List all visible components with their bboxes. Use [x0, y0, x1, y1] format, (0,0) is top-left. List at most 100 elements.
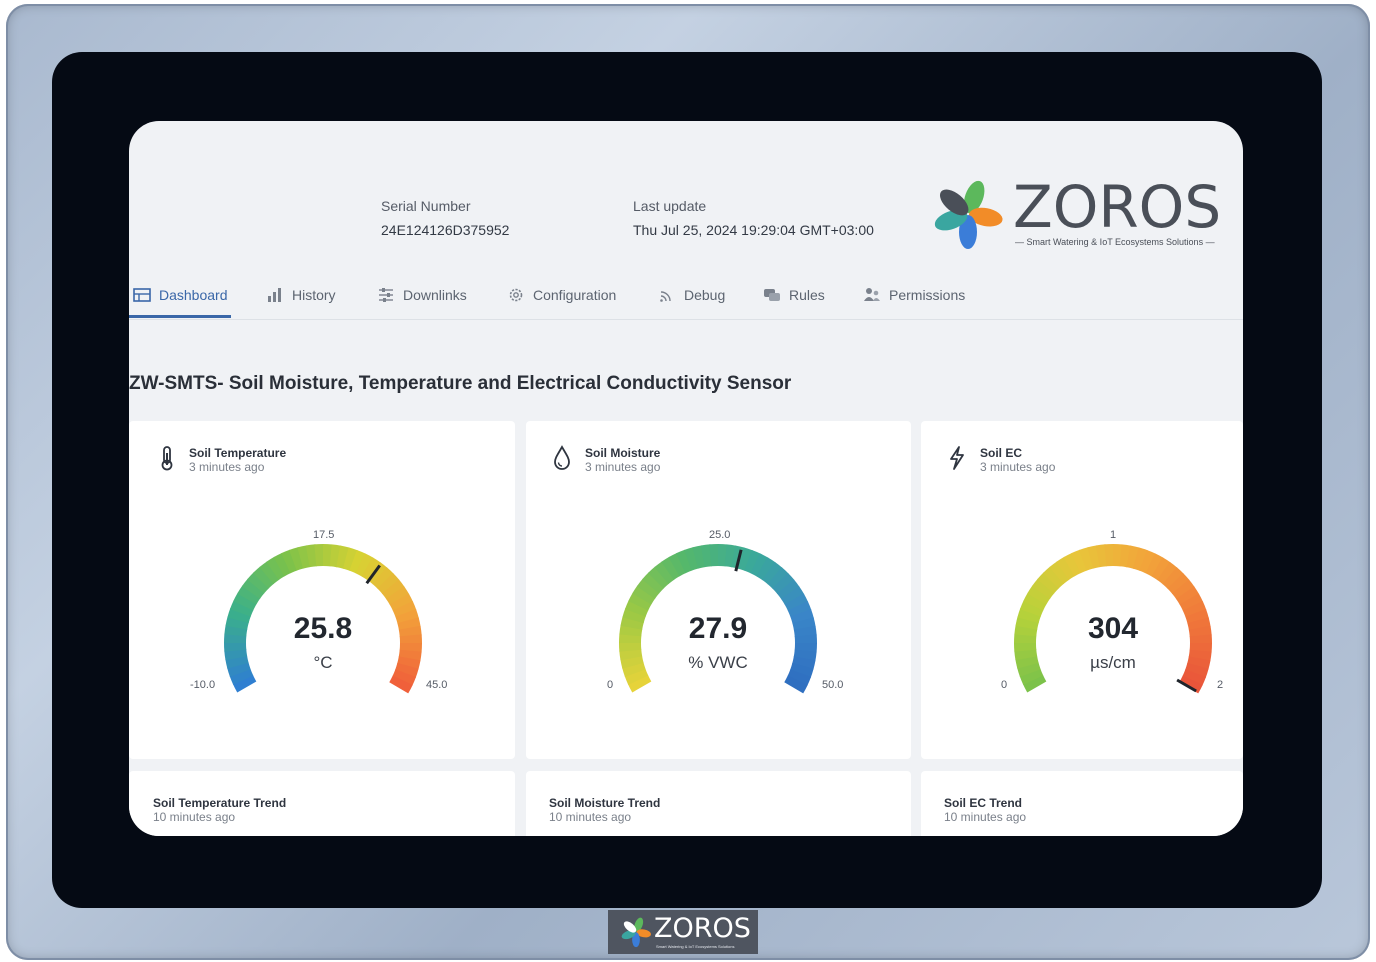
gauge-arc-segment [651, 580, 657, 586]
gauge-arc-segment [1170, 576, 1176, 582]
gauge-unit: % VWC [618, 653, 818, 673]
gauge-arc-segment [1098, 555, 1107, 556]
gauge-arc-segment [353, 560, 361, 563]
gauge-arc-segment [1121, 555, 1130, 556]
gauge-arc-segment [775, 576, 781, 582]
gauge-arc-segment [703, 555, 712, 556]
gauge-arc-segment [279, 563, 287, 567]
tab-rules[interactable]: Rules [763, 271, 825, 319]
gauge-arc-segment [395, 593, 400, 600]
gauge-arc-segment [399, 599, 403, 607]
tab-label: History [292, 287, 336, 303]
trend-card-soil-ec: Soil EC Trend 10 minutes ago [921, 771, 1243, 836]
gauge-arc-segment [399, 680, 403, 688]
gauge-arc-segment [780, 581, 786, 587]
card-title: Soil EC Trend [944, 796, 1022, 810]
card-title: Soil Moisture [585, 446, 660, 460]
card-title: Soil Moisture Trend [549, 796, 660, 810]
gauge-arc-segment [1180, 586, 1185, 593]
gauge-arc-segment [402, 673, 405, 681]
gauge-arc-segment [293, 558, 301, 561]
gauge-card-soil-ec: Soil EC 3 minutes ago 1 0 2 304 µs/cm [921, 421, 1243, 759]
tab-configuration[interactable]: Configuration [507, 271, 616, 319]
gauge-arc-segment [681, 560, 689, 563]
tab-label: Rules [789, 287, 825, 303]
gauge-card-soil-moisture: Soil Moisture 3 minutes ago 25.0 0 50.0 … [526, 421, 911, 759]
gauge-arc-segment [642, 592, 647, 599]
gauge-arc-segment [668, 566, 675, 571]
gauge-max-label: 45.0 [426, 679, 447, 691]
gauge-arc-segment [1041, 586, 1046, 593]
gauge-value: 27.9 [618, 612, 818, 646]
gauge-arc-segment [638, 598, 642, 606]
tab-permissions[interactable]: Permissions [863, 271, 965, 319]
active-tab-indicator [129, 315, 231, 318]
tab-label: Downlinks [403, 287, 467, 303]
signal-icon [658, 286, 676, 304]
gauge-arc-segment [390, 586, 395, 593]
tab-history[interactable]: History [266, 271, 336, 319]
gauge-unit: µs/cm [1013, 653, 1213, 673]
zoros-logo-mark [931, 177, 1005, 251]
badge-wordmark: ZOROS [654, 913, 751, 944]
gauge-arc-segment [1175, 581, 1181, 587]
gauge-card-soil-temperature: Soil Temperature 3 minutes ago 17.5 -10.… [129, 421, 515, 759]
card-updated: 10 minutes ago [944, 810, 1026, 824]
gauge-arc-segment [240, 672, 243, 680]
gauge-arc-segment [1163, 571, 1170, 576]
serial-number-label: Serial Number [381, 198, 470, 214]
gauge-arc-segment [688, 558, 696, 561]
logo-tagline: — Smart Watering & IoT Ecosystems Soluti… [1015, 237, 1215, 247]
tab-label: Configuration [533, 287, 616, 303]
gauge-arc-segment [261, 575, 267, 581]
gauge-min-label: 0 [1001, 679, 1007, 691]
gauge-arc-segment [256, 580, 262, 586]
gauge-unit: °C [223, 653, 423, 673]
card-updated: 3 minutes ago [585, 460, 660, 474]
last-update-label: Last update [633, 198, 706, 214]
gauge-mid-label: 25.0 [709, 529, 730, 541]
card-updated: 3 minutes ago [980, 460, 1055, 474]
users-icon [863, 286, 881, 304]
tab-debug[interactable]: Debug [658, 271, 725, 319]
zoros-badge-mark [620, 916, 652, 948]
gauge-arc-segment [1090, 556, 1098, 558]
gauge-arc-segment [1192, 673, 1195, 681]
gauge-arc-segment [674, 563, 682, 567]
card-title: Soil Temperature Trend [153, 796, 286, 810]
gauge-arc-segment [755, 563, 763, 567]
gauge-arc-segment [243, 598, 247, 606]
trend-card-soil-moisture: Soil Moisture Trend 10 minutes ago [526, 771, 911, 836]
gauge-arc-segment [656, 575, 662, 581]
gauge-arc-segment [1150, 563, 1158, 567]
gauge-arc-segment [646, 586, 651, 593]
lightning-icon [947, 445, 967, 471]
gear-icon [507, 286, 525, 304]
card-title: Soil EC [980, 446, 1022, 460]
gauge-arc-segment [367, 567, 374, 572]
device-title: ZW-SMTS- Soil Moisture, Temperature and … [129, 373, 791, 395]
dashboard-icon [133, 286, 151, 304]
gauge-arc-segment [273, 566, 280, 571]
gauge-arc-segment [1128, 556, 1136, 558]
gauge-arc-segment [741, 558, 749, 561]
dashboard-screen: Serial Number 24E124126D375952 Last upda… [129, 121, 1243, 836]
tab-dashboard[interactable]: Dashboard [133, 271, 228, 319]
gauge-arc-segment [638, 679, 642, 687]
gauge-arc-segment [726, 555, 735, 556]
gauge-arc-segment [1185, 593, 1190, 600]
gauge-arc-segment [748, 560, 756, 563]
gauge-arc-segment [768, 571, 775, 576]
gauge-arc-segment [1051, 575, 1057, 581]
gauge-mid-label: 1 [1110, 529, 1116, 541]
gauge-arc-segment [1037, 592, 1042, 599]
card-updated: 3 minutes ago [189, 460, 264, 474]
gauge-max-label: 2 [1217, 679, 1223, 691]
gauge-arc-segment [785, 586, 790, 593]
gauge-arc-segment [338, 556, 346, 558]
tab-downlinks[interactable]: Downlinks [377, 271, 467, 319]
tab-label: Debug [684, 287, 725, 303]
zoros-bezel-badge: ZOROS Smart Watering & IoT Ecosystems So… [608, 910, 758, 954]
gauge-arc-segment [247, 592, 252, 599]
comments-icon [763, 286, 781, 304]
